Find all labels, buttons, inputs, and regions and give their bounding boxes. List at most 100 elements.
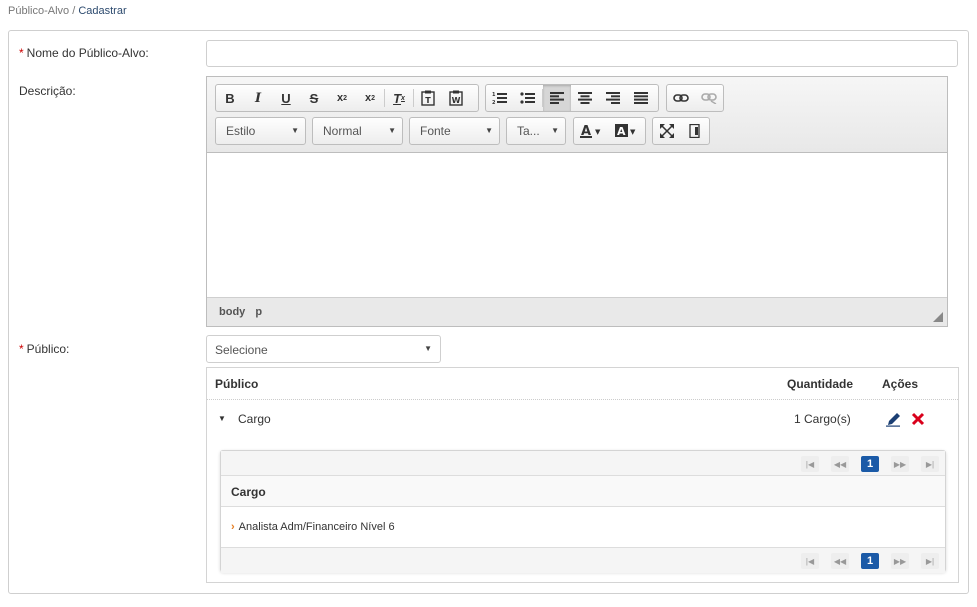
last-page-icon[interactable]: ▶| [921,553,939,569]
style-combo-label: Estilo [226,124,256,138]
align-right-icon [606,92,620,104]
description-label: Descrição: [19,84,76,98]
background-color-button[interactable]: A ▼ [610,118,646,144]
show-blocks-icon [689,124,700,138]
numbered-list-button[interactable]: 12 [486,85,514,111]
rich-text-editor: B I U S x2 x2 Tx T W 12 Estilo ▼ Normal … [206,76,948,327]
align-center-icon [578,92,592,104]
maximize-button[interactable] [653,118,681,144]
link-icon [673,94,689,102]
pager-bottom: |◀ ◀◀ 1 ▶▶ ▶| [801,553,939,569]
paste-word-button[interactable]: W [442,85,470,111]
svg-text:T: T [425,96,431,105]
edit-pencil-icon[interactable] [886,411,902,430]
font-combo-label: Fonte [420,124,451,138]
text-color-button[interactable]: A ▼ [574,118,610,144]
editor-content-area[interactable] [207,153,947,297]
previous-page-icon[interactable]: ◀◀ [831,553,849,569]
page-number-button[interactable]: 1 [861,456,879,472]
element-path-p[interactable]: p [255,306,262,318]
first-page-icon[interactable]: |◀ [801,553,819,569]
name-input[interactable] [206,40,958,67]
numbered-list-icon: 12 [492,92,507,105]
last-page-icon[interactable]: ▶| [921,456,939,472]
editor-toolbar: B I U S x2 x2 Tx T W 12 Estilo ▼ Normal … [207,77,947,153]
chevron-down-icon: ▼ [551,126,559,135]
list-item-label: Analista Adm/Financeiro Nível 6 [238,521,395,533]
required-mark: * [19,46,24,60]
chevron-down-icon: ▼ [388,126,396,135]
font-combo[interactable]: Fonte ▼ [409,117,500,145]
bulleted-list-icon [520,92,535,104]
svg-text:1: 1 [492,92,496,98]
resize-handle-icon[interactable] [933,312,943,322]
svg-text:W: W [452,96,461,105]
chevron-right-icon: › [231,521,235,533]
first-page-icon[interactable]: |◀ [801,456,819,472]
cargo-subtable: |◀ ◀◀ 1 ▶▶ ▶| Cargo › Analista Adm/Financ… [220,450,946,573]
table-row: ▼ Cargo 1 Cargo(s) [207,401,958,441]
row-public-name: Cargo [238,412,271,426]
align-left-icon [550,92,564,104]
breadcrumb: Público-Alvo / Cadastrar [8,5,127,17]
name-label: * Nome do Público-Alvo: [19,46,149,60]
toolbar-paragraph: 12 [485,84,659,112]
svg-text:▼: ▼ [595,128,601,136]
link-button[interactable] [667,85,695,111]
svg-text:▼: ▼ [630,128,636,136]
paste-word-icon: W [449,90,463,106]
toolbar-basic-styles: B I U S x2 x2 Tx T W [215,84,479,112]
justify-button[interactable] [627,85,655,111]
page-number-button[interactable]: 1 [861,553,879,569]
toolbar-tools [652,117,710,145]
remove-format-button[interactable]: Tx [385,85,413,111]
public-select-value: Selecione [215,343,268,357]
next-page-icon[interactable]: ▶▶ [891,553,909,569]
unlink-icon [701,93,717,104]
chevron-down-icon: ▼ [424,344,432,353]
toolbar-links [666,84,724,112]
element-path-body[interactable]: body [219,306,245,318]
show-blocks-button[interactable] [681,118,709,144]
subtable-header: Cargo [221,475,945,507]
paste-text-button[interactable]: T [414,85,442,111]
chevron-down-icon: ▼ [485,126,493,135]
chevron-down-icon: ▼ [291,126,299,135]
align-left-button[interactable] [543,85,571,111]
unlink-button[interactable] [695,85,723,111]
text-color-icon: A ▼ [579,124,601,138]
svg-text:2: 2 [492,100,496,105]
italic-button[interactable]: I [244,85,272,111]
format-combo-label: Normal [323,124,362,138]
bold-button[interactable]: B [216,85,244,111]
previous-page-icon[interactable]: ◀◀ [831,456,849,472]
expand-toggle-icon[interactable]: ▼ [218,414,226,423]
next-page-icon[interactable]: ▶▶ [891,456,909,472]
size-combo-label: Ta... [517,124,540,138]
svg-text:A: A [617,125,626,138]
size-combo[interactable]: Ta... ▼ [506,117,566,145]
underline-button[interactable]: U [272,85,300,111]
public-label: * Público: [19,342,69,356]
required-mark: * [19,342,24,356]
align-right-button[interactable] [599,85,627,111]
strikethrough-button[interactable]: S [300,85,328,111]
svg-text:A: A [581,124,591,138]
column-header-actions: Ações [882,377,919,391]
delete-x-icon[interactable] [911,412,925,429]
column-header-public: Público [215,377,259,391]
paste-text-icon: T [421,90,435,106]
public-select[interactable]: Selecione ▼ [206,335,441,363]
format-combo[interactable]: Normal ▼ [312,117,403,145]
subscript-button[interactable]: x2 [328,85,356,111]
public-label-text: Público: [26,342,70,356]
superscript-button[interactable]: x2 [356,85,384,111]
align-center-button[interactable] [571,85,599,111]
style-combo[interactable]: Estilo ▼ [215,117,306,145]
editor-status-bar: body p [207,297,947,326]
bulleted-list-button[interactable] [514,85,542,111]
column-header-quantity: Quantidade [787,377,854,391]
breadcrumb-current: Cadastrar [78,5,127,17]
breadcrumb-parent[interactable]: Público-Alvo [8,5,69,17]
pager-top: |◀ ◀◀ 1 ▶▶ ▶| [801,456,939,472]
